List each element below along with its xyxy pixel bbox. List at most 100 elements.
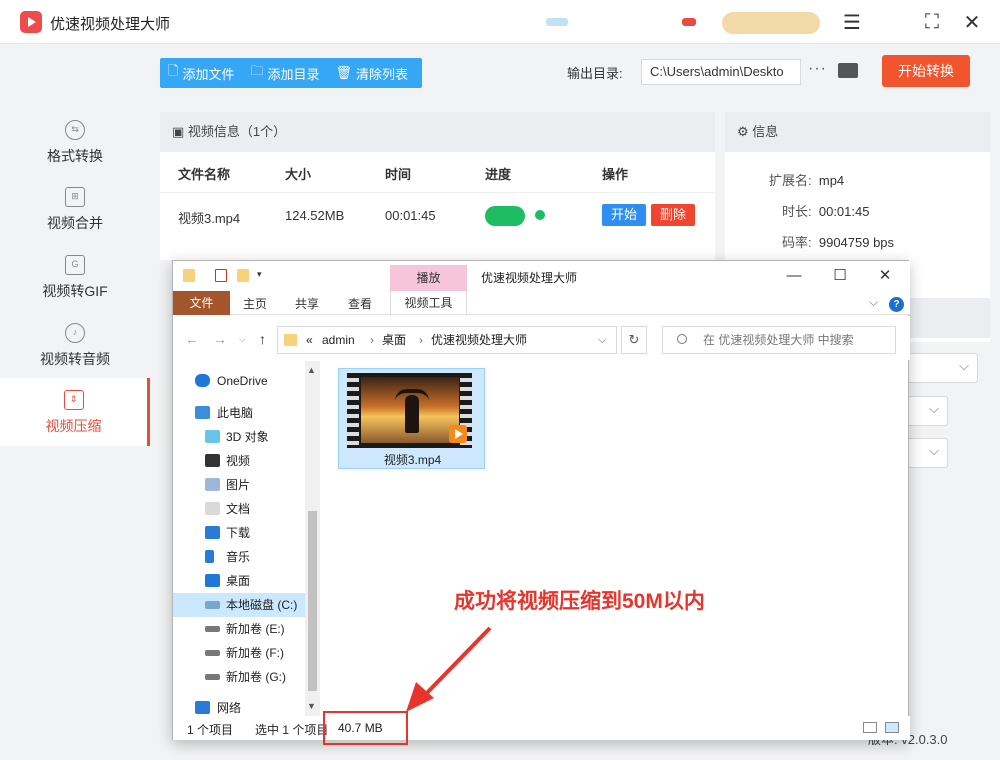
sidebar: ⇆ 格式转换 ⊞ 视频合并 G 视频转GIF ♪ 视频转音频 ⇕ 视频压缩 [0, 45, 150, 760]
video-info-header: ▣ 视频信息（1个） [160, 112, 715, 152]
sunset-scene [361, 377, 459, 443]
search-input[interactable]: 在 优速视频处理大师 中搜索 [662, 326, 896, 354]
tree-item-desktop[interactable]: 桌面 [173, 569, 305, 593]
setting-dropdown[interactable] [905, 396, 948, 426]
vip-button[interactable] [722, 12, 820, 34]
recent-locations-icon[interactable]: ⌵ [239, 334, 246, 345]
gift-icon[interactable] [546, 18, 568, 26]
maximize-icon[interactable]: ⛶ [920, 10, 944, 34]
convert-icon: ⇆ [65, 120, 85, 140]
video-info-panel: ▣ 视频信息（1个） 文件名称 大小 时间 进度 操作 视频3.mp4 124.… [160, 112, 715, 260]
duration-row: 时长: 00:01:45 [782, 201, 869, 220]
back-arrow-icon[interactable]: ← [185, 331, 199, 347]
play-context-tab[interactable]: 播放 [390, 265, 467, 291]
progress-bar [485, 206, 525, 226]
sidebar-item-video-compress[interactable]: ⇕ 视频压缩 [0, 378, 150, 446]
tab-video-tools[interactable]: 视频工具 [390, 291, 467, 315]
breadcrumb-separator: › [419, 333, 423, 347]
scroll-up-icon[interactable]: ▲ [307, 365, 316, 375]
setting-dropdown[interactable] [905, 353, 978, 383]
pictures-icon [205, 478, 220, 491]
start-convert-button[interactable]: 开始转换 [882, 55, 970, 87]
tree-item-drive-g[interactable]: 新加卷 (G:) [173, 665, 305, 689]
tree-scrollbar[interactable]: ▲ ▼ [305, 361, 320, 716]
refresh-button[interactable]: ↻ [621, 326, 647, 354]
maximize-icon[interactable]: ☐ [825, 264, 855, 288]
onedrive-icon [195, 374, 210, 387]
tree-item-drive-f[interactable]: 新加卷 (F:) [173, 641, 305, 665]
tree-item-music[interactable]: 音乐 [173, 545, 305, 569]
row-start-button[interactable]: 开始 [602, 204, 646, 226]
image-icon: ▣ [172, 124, 188, 139]
download-icon [205, 526, 220, 539]
open-folder-icon[interactable] [838, 63, 858, 78]
tree-item-this-pc[interactable]: 此电脑 [173, 401, 305, 425]
tree-item-label: 文档 [226, 502, 251, 516]
close-icon[interactable]: ✕ [960, 10, 984, 34]
properties-icon[interactable] [215, 269, 227, 282]
tab-file[interactable]: 文件 [173, 291, 230, 315]
sidebar-item-video-to-gif[interactable]: G 视频转GIF [0, 243, 150, 311]
menu-icon[interactable]: ☰ [840, 10, 864, 34]
details-view-icon[interactable] [863, 722, 877, 733]
add-directory-button[interactable]: 🗀 添加目录 [242, 62, 327, 84]
up-arrow-icon[interactable]: ↑ [259, 331, 266, 347]
person-silhouette [405, 395, 419, 433]
expand-ribbon-icon[interactable]: ⌵ [869, 295, 878, 310]
tree-item-label: 音乐 [226, 550, 251, 564]
large-icons-view-icon[interactable] [885, 722, 899, 733]
sidebar-item-video-to-audio[interactable]: ♪ 视频转音频 [0, 311, 150, 379]
folder-icon[interactable] [183, 269, 195, 282]
audio-icon: ♪ [65, 323, 85, 343]
file-time-cell: 00:01:45 [385, 208, 436, 223]
tree-item-label: 新加卷 (E:) [226, 622, 285, 636]
new-folder-icon[interactable] [237, 269, 249, 282]
sidebar-item-label: 视频压缩 [45, 418, 102, 434]
status-bar: 1 个项目 选中 1 个项目 40.7 MB [173, 716, 910, 740]
tab-view[interactable]: 查看 [348, 295, 372, 312]
ribbon-tabs: 文件 主页 共享 查看 视频工具 [173, 291, 910, 315]
chevron-down-icon[interactable]: ⌵ [598, 327, 606, 353]
navigation-tree: OneDrive 此电脑 3D 对象 视频 图片 文档 下载 音乐 桌面 本地磁… [173, 361, 320, 716]
breadcrumb-segment[interactable]: 桌面 [382, 327, 406, 353]
more-options-button[interactable]: ··· [808, 60, 827, 78]
forward-arrow-icon[interactable]: → [213, 331, 227, 347]
tab-share[interactable]: 共享 [295, 295, 319, 312]
close-icon[interactable]: ✕ [870, 264, 900, 288]
tree-item-videos[interactable]: 视频 [173, 449, 305, 473]
scroll-down-icon[interactable]: ▼ [307, 701, 316, 711]
file-explorer-window: ▾ 播放 优速视频处理大师 — ☐ ✕ 文件 主页 共享 查看 视频工具 ⌵ ?… [172, 260, 910, 740]
tree-item-label: 下载 [226, 526, 251, 540]
tree-item-downloads[interactable]: 下载 [173, 521, 305, 545]
bitrate-label: 码率: [782, 235, 812, 250]
row-delete-button[interactable]: 删除 [651, 204, 695, 226]
help-icon[interactable]: ? [889, 297, 904, 312]
breadcrumb-segment[interactable]: 优速视频处理大师 [431, 327, 527, 353]
add-file-button[interactable]: 🗋 添加文件 [160, 62, 242, 84]
sidebar-item-format-convert[interactable]: ⇆ 格式转换 [0, 108, 150, 176]
explorer-title-bar: ▾ 播放 优速视频处理大师 — ☐ ✕ [173, 261, 910, 291]
tree-item-documents[interactable]: 文档 [173, 497, 305, 521]
tree-item-label: 桌面 [226, 574, 251, 588]
tree-item-onedrive[interactable]: OneDrive [173, 369, 305, 393]
notification-icon[interactable] [682, 18, 696, 26]
tree-item-label: 3D 对象 [226, 430, 269, 444]
tree-item-drive-e[interactable]: 新加卷 (E:) [173, 617, 305, 641]
tree-item-3d[interactable]: 3D 对象 [173, 425, 305, 449]
chevron-down-icon[interactable]: ▾ [257, 269, 269, 282]
output-path-field[interactable]: C:\Users\admin\Deskto [641, 59, 801, 85]
minimize-icon[interactable]: — [779, 264, 809, 288]
file-item[interactable]: 视频3.mp4 [338, 368, 485, 469]
tree-item-label: 新加卷 (F:) [226, 646, 284, 660]
app-window: 优速视频处理大师 ☰ ⛶ ✕ ⇆ 格式转换 ⊞ 视频合并 G 视频转GIF ♪ … [0, 0, 1000, 760]
sidebar-item-video-merge[interactable]: ⊞ 视频合并 [0, 175, 150, 243]
clear-list-button[interactable]: 🗑 清除列表 [328, 64, 417, 83]
tab-home[interactable]: 主页 [243, 295, 267, 312]
tree-item-drive-c[interactable]: 本地磁盘 (C:) [173, 593, 305, 617]
setting-dropdown[interactable] [905, 438, 948, 468]
video-player-icon [449, 425, 467, 443]
address-bar[interactable]: « admin › 桌面 › 优速视频处理大师 ⌵ [277, 326, 617, 354]
breadcrumb-segment[interactable]: admin [322, 327, 355, 353]
tree-item-pictures[interactable]: 图片 [173, 473, 305, 497]
scrollbar-thumb[interactable] [308, 511, 317, 691]
